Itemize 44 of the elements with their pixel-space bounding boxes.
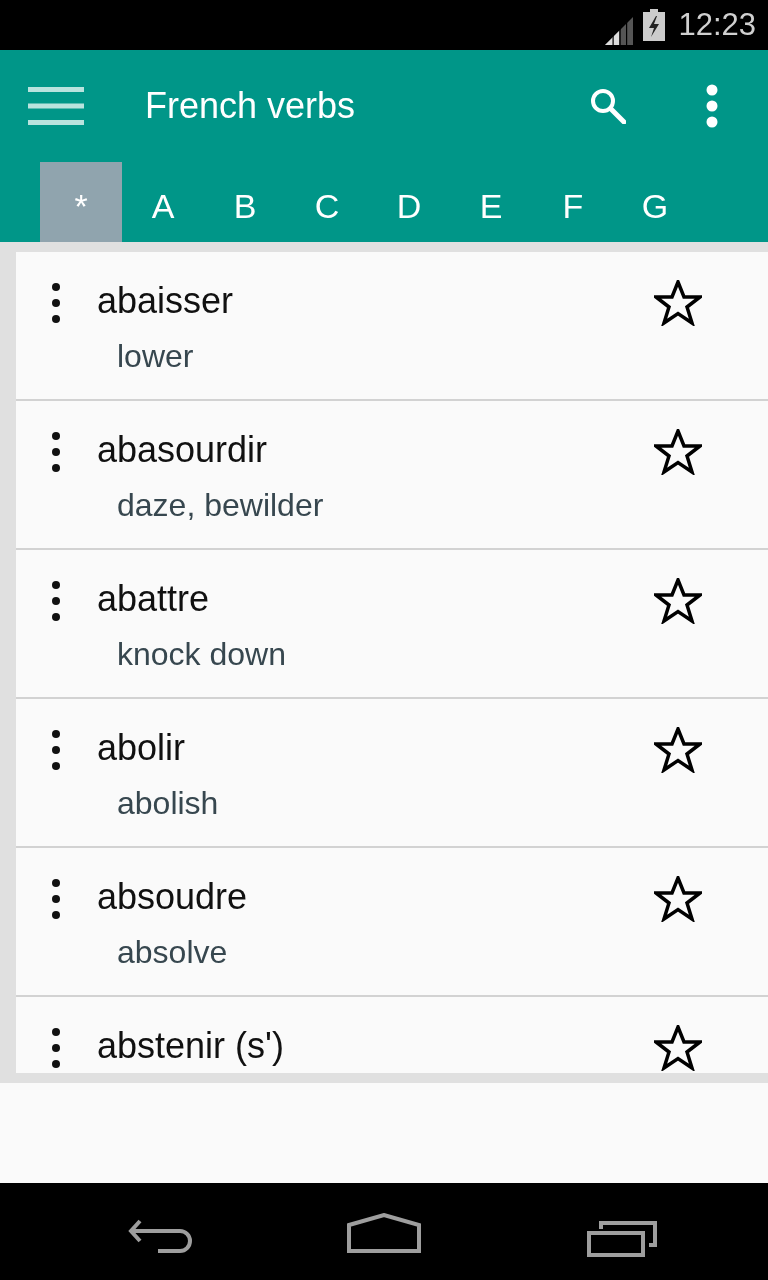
verb-row[interactable]: abasourdir daze, bewilder (16, 401, 768, 550)
more-options-icon[interactable] (52, 1028, 60, 1068)
more-options-icon[interactable] (52, 432, 60, 472)
letter-tab[interactable]: D (368, 162, 450, 242)
translation-text: absolve (117, 933, 228, 972)
more-options-icon[interactable] (52, 879, 60, 919)
verb-row[interactable]: abolir abolish (16, 699, 768, 848)
verb-text: abaisser (97, 279, 234, 323)
verb-row[interactable]: abattre knock down (16, 550, 768, 699)
translation-text: abolish (117, 784, 219, 823)
verb-text: abolir (97, 726, 186, 770)
verb-text: abattre (97, 577, 210, 621)
more-options-icon[interactable] (52, 730, 60, 770)
star-icon[interactable] (654, 876, 702, 922)
letter-tab[interactable]: C (286, 162, 368, 242)
verb-text: absoudre (97, 875, 248, 919)
verb-text: abasourdir (97, 428, 268, 472)
letter-tab[interactable]: F (532, 162, 614, 242)
letter-tab[interactable]: B (204, 162, 286, 242)
battery-charging-icon (643, 9, 666, 41)
home-icon[interactable] (347, 1213, 421, 1253)
star-icon[interactable] (654, 578, 702, 624)
more-options-icon[interactable] (52, 283, 60, 323)
translation-text: lower (117, 337, 194, 376)
star-icon[interactable] (654, 727, 702, 773)
letter-tab[interactable]: * (40, 162, 122, 242)
search-icon[interactable] (590, 88, 626, 124)
letter-tab[interactable]: A (122, 162, 204, 242)
star-icon[interactable] (654, 280, 702, 326)
more-options-icon[interactable] (52, 581, 60, 621)
verb-row[interactable]: absoudre absolve (16, 848, 768, 997)
signal-icon (605, 17, 634, 45)
status-time: 12:23 (678, 7, 756, 43)
letter-tab[interactable]: E (450, 162, 532, 242)
letter-tab[interactable]: G (614, 162, 696, 242)
star-icon[interactable] (654, 1025, 702, 1071)
app-title: French verbs (145, 85, 356, 127)
recent-apps-icon[interactable] (587, 1221, 657, 1257)
menu-icon[interactable] (28, 87, 84, 125)
verb-text: abstenir (s') (97, 1024, 284, 1068)
verb-row[interactable]: abaisser lower (16, 252, 768, 401)
star-icon[interactable] (654, 429, 702, 475)
translation-text: knock down (117, 635, 286, 674)
translation-text: daze, bewilder (117, 486, 324, 525)
